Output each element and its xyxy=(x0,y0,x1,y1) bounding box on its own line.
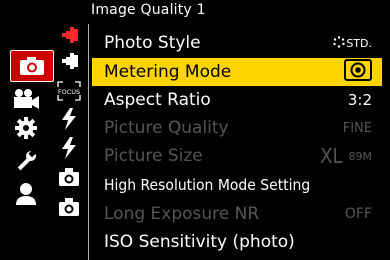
camera-icon xyxy=(19,56,45,76)
menu-item-value: STD. xyxy=(333,34,372,52)
menu-item-label: Picture Quality xyxy=(104,118,229,138)
photo-style-value: STD. xyxy=(346,36,372,50)
divider xyxy=(88,24,89,260)
tab-my-menu[interactable] xyxy=(6,178,46,210)
gear-icon xyxy=(15,117,37,139)
menu-item-label: High Resolution Mode Setting xyxy=(104,176,311,194)
menu-item-photo-style[interactable]: Photo Style STD. xyxy=(92,29,382,57)
photo-style-icon xyxy=(333,34,346,52)
focus-icon: FOCUS xyxy=(57,81,81,105)
menu-item-label: Photo Style xyxy=(104,33,201,53)
menu-item-long-exposure-nr: Long Exposure NR OFF xyxy=(92,200,382,228)
menu-item-label: Long Exposure NR xyxy=(104,204,260,224)
camera-settings-2-icon xyxy=(58,197,80,221)
menu-item-picture-size: Picture Size XL 89M xyxy=(92,142,382,170)
menu-item-label: Aspect Ratio xyxy=(104,90,211,110)
video-camera-icon xyxy=(12,88,40,110)
subtab-flash-2[interactable] xyxy=(56,137,82,163)
menu-item-picture-quality: Picture Quality FINE xyxy=(92,114,382,142)
flash-icon xyxy=(60,108,78,134)
tab-setup[interactable] xyxy=(6,145,46,177)
subtab-image-quality-2[interactable] xyxy=(56,50,82,76)
image-quality-icon xyxy=(58,25,80,49)
picture-size-value: XL xyxy=(320,144,343,168)
subtab-others-2[interactable] xyxy=(56,196,82,222)
menu-item-label: ISO Sensitivity (photo) xyxy=(104,232,295,252)
camera-settings-icon xyxy=(58,167,80,191)
subtab-others[interactable] xyxy=(56,166,82,192)
menu-item-metering-mode[interactable]: Metering Mode xyxy=(92,58,382,86)
menu-item-value: OFF xyxy=(344,206,372,222)
menu-item-value: FINE xyxy=(342,120,372,136)
menu-item-label: Picture Size xyxy=(104,146,203,166)
multi-metering-icon xyxy=(344,59,372,85)
subtab-flash[interactable] xyxy=(56,108,82,134)
user-icon xyxy=(15,182,37,206)
tab-camera[interactable] xyxy=(10,50,54,82)
picture-size-megapixels: 89M xyxy=(348,149,373,163)
menu-item-value: 3:2 xyxy=(347,91,372,109)
menu-item-value: XL 89M xyxy=(320,144,372,168)
subtab-focus[interactable]: FOCUS xyxy=(56,80,82,106)
focus-label: FOCUS xyxy=(58,88,80,96)
wrench-icon xyxy=(15,150,37,172)
menu-item-iso-sensitivity[interactable]: ISO Sensitivity (photo) xyxy=(92,228,382,256)
menu-item-high-resolution-mode[interactable]: High Resolution Mode Setting xyxy=(92,171,382,199)
page-title: Image Quality 1 xyxy=(91,2,206,18)
subtab-image-quality-1[interactable] xyxy=(56,24,82,50)
image-quality-2-icon xyxy=(58,51,80,75)
camera-menu-screen: Image Quality 1 FOCUS Photo Style STD. M… xyxy=(0,0,390,260)
tab-video[interactable] xyxy=(6,83,46,115)
menu-item-label: Metering Mode xyxy=(104,62,232,82)
menu-item-value xyxy=(344,59,372,85)
menu-item-aspect-ratio[interactable]: Aspect Ratio 3:2 xyxy=(92,86,382,114)
tab-custom[interactable] xyxy=(6,112,46,144)
flash-2-icon xyxy=(60,137,78,163)
